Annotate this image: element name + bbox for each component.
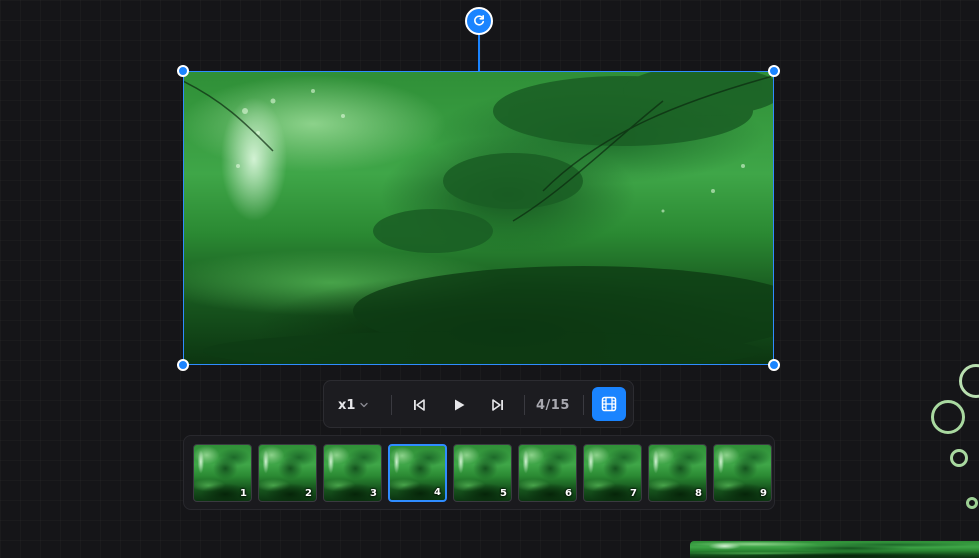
frame-thumbnail[interactable]: 3 [323, 444, 382, 502]
filmstrip-toggle-button[interactable] [592, 387, 626, 421]
frames-strip: 1 2 3 4 5 6 7 8 9 [183, 435, 775, 510]
selected-image-frame[interactable] [177, 65, 780, 371]
film-icon [601, 396, 617, 412]
frame-number: 4 [434, 487, 441, 498]
frame-thumbnail[interactable]: 6 [518, 444, 577, 502]
speed-dropdown[interactable]: x1 [338, 395, 369, 415]
forest-lake-image [183, 71, 774, 365]
frame-thumbnail[interactable]: 7 [583, 444, 642, 502]
frame-number: 7 [630, 488, 637, 499]
resize-handle-top-left[interactable] [177, 65, 189, 77]
resize-handle-bottom-right[interactable] [768, 359, 780, 371]
play-button[interactable] [447, 393, 471, 417]
chevron-down-icon [360, 402, 369, 408]
rotate-handle[interactable] [465, 7, 493, 35]
canvas-item-peek[interactable] [690, 541, 979, 558]
frame-number: 6 [565, 488, 572, 499]
frame-number: 1 [240, 488, 247, 499]
next-frame-button[interactable] [486, 393, 510, 417]
foliage-overlay [183, 71, 774, 365]
bubble-decoration [931, 400, 965, 434]
skip-previous-icon [414, 399, 425, 411]
frame-number: 3 [370, 488, 377, 499]
frame-thumbnail[interactable]: 5 [453, 444, 512, 502]
skip-next-icon [492, 399, 503, 411]
player-toolbar: x1 4/15 [323, 380, 634, 428]
frame-number: 5 [500, 488, 507, 499]
resize-handle-top-right[interactable] [768, 65, 780, 77]
bubble-decoration [959, 364, 979, 398]
frame-number: 9 [760, 488, 767, 499]
rotate-handle-line [478, 33, 480, 71]
resize-handle-bottom-left[interactable] [177, 359, 189, 371]
toolbar-divider [583, 395, 584, 415]
toolbar-divider [391, 395, 392, 415]
frame-thumbnail[interactable]: 1 [193, 444, 252, 502]
speed-label: x1 [338, 397, 356, 413]
rotate-icon [474, 15, 485, 26]
frame-thumbnail[interactable]: 9 [713, 444, 772, 502]
play-icon [455, 399, 465, 411]
frame-thumbnail[interactable]: 8 [648, 444, 707, 502]
frame-thumbnail-selected[interactable]: 4 [388, 444, 447, 502]
bubble-decoration [950, 449, 968, 467]
previous-frame-button[interactable] [407, 393, 431, 417]
frame-counter: 4/15 [536, 397, 570, 413]
toolbar-divider [524, 395, 525, 415]
frame-number: 2 [305, 488, 312, 499]
frame-number: 8 [695, 488, 702, 499]
frame-thumbnail[interactable]: 2 [258, 444, 317, 502]
bubble-decoration [966, 497, 978, 509]
